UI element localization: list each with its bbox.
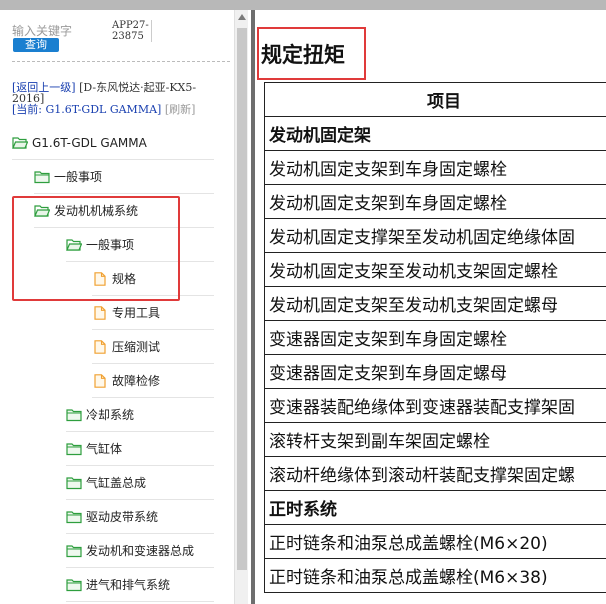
tree-item-label: 专用工具 bbox=[112, 306, 161, 320]
app-id-line-1: APP27- bbox=[112, 20, 149, 31]
folder-open-icon bbox=[66, 238, 86, 252]
search-input[interactable] bbox=[12, 23, 96, 39]
item-cell: 变速器固定支架到车身固定螺母 bbox=[264, 354, 606, 389]
document-icon bbox=[92, 373, 112, 388]
item-cell: 变速器固定支架到车身固定螺栓 bbox=[264, 320, 606, 355]
app-id-line-2: 23875 bbox=[112, 31, 144, 42]
section-cell: 发动机固定架 bbox=[264, 116, 606, 151]
tree-item-label: 发动机机械系统 bbox=[54, 204, 139, 218]
item-cell: 发动机固定支撑架至发动机固定绝缘体固 bbox=[264, 218, 606, 253]
table-row: 发动机固定支撑架至发动机固定绝缘体固 bbox=[264, 218, 606, 253]
app-id-label: APP27- 23875 bbox=[112, 20, 152, 42]
item-cell: 滚转杆支架到副车架固定螺栓 bbox=[264, 422, 606, 457]
table-header-row: 项目 bbox=[264, 82, 606, 117]
document-icon bbox=[92, 305, 112, 320]
table-row: 发动机固定支架至发动机支架固定螺栓 bbox=[264, 252, 606, 287]
item-cell: 正时链条和油泵总成盖螺栓(M6×38) bbox=[264, 558, 606, 593]
folder-icon bbox=[66, 544, 86, 558]
tree-item-label: 进气和排气系统 bbox=[86, 578, 171, 592]
folder-icon bbox=[66, 510, 86, 524]
divider bbox=[12, 61, 230, 62]
item-cell: 发动机固定支架到车身固定螺栓 bbox=[264, 184, 606, 219]
table-body: 发动机固定架 发动机固定支架到车身固定螺栓 发动机固定支架到车身固定螺栓 发动机固定支… bbox=[264, 116, 606, 593]
torque-table: 项目 发动机固定架 发动机固定支架到车身固定螺栓 发动机固定支架到车身固定螺栓 发动机… bbox=[264, 82, 606, 593]
tree-item-label: 气缸体 bbox=[86, 442, 123, 456]
tree-item-label: 一般事项 bbox=[86, 238, 135, 252]
folder-icon bbox=[66, 408, 86, 422]
tree-item-label: 压缩测试 bbox=[112, 340, 161, 354]
refresh-link[interactable]: [刷新] bbox=[165, 103, 196, 116]
table-row: 变速器固定支架到车身固定螺母 bbox=[264, 354, 606, 389]
tree-item-label: 驱动皮带系统 bbox=[86, 510, 159, 524]
tree-item[interactable]: 冷却系统 bbox=[66, 398, 214, 432]
table-row: 正时链条和油泵总成盖螺栓(M6×38) bbox=[264, 558, 606, 593]
document-icon bbox=[92, 271, 112, 286]
tree-item-label: G1.6T-GDL GAMMA bbox=[32, 135, 147, 150]
table-row: 发动机固定支架到车身固定螺栓 bbox=[264, 150, 606, 185]
folder-open-icon bbox=[12, 136, 32, 150]
tree-item[interactable]: 一般事项 bbox=[34, 160, 214, 194]
folder-icon bbox=[66, 578, 86, 592]
table-row: 发动机固定支架到车身固定螺栓 bbox=[264, 184, 606, 219]
tree-item-label: 故障检修 bbox=[112, 374, 161, 388]
folder-icon bbox=[34, 170, 54, 184]
current-prefix: [当前: bbox=[12, 103, 42, 116]
table-row: 变速器固定支架到车身固定螺栓 bbox=[264, 320, 606, 355]
document-icon bbox=[92, 339, 112, 354]
table-row: 滚动杆绝缘体到滚动杆装配支撑架固定螺 bbox=[264, 456, 606, 491]
tree-item[interactable]: G1.6T-GDL GAMMA bbox=[12, 126, 214, 160]
table-row: 滚转杆支架到副车架固定螺栓 bbox=[264, 422, 606, 457]
breadcrumb: [返回上一级] [D-东风悦达·起亚-KX5-2016] [当前: G1.6T-… bbox=[12, 82, 222, 115]
table-section-row: 发动机固定架 bbox=[264, 116, 606, 151]
table-row: 发动机固定支架至发动机支架固定螺母 bbox=[264, 286, 606, 321]
tree-item-label: 发动机和变速器总成 bbox=[86, 544, 195, 558]
tree-item[interactable]: 压缩测试 bbox=[92, 330, 214, 364]
table-row: 正时链条和油泵总成盖螺栓(M6×20) bbox=[264, 524, 606, 559]
item-cell: 发动机固定支架到车身固定螺栓 bbox=[264, 150, 606, 185]
tree-item-label: 气缸盖总成 bbox=[86, 476, 147, 490]
tree-item[interactable]: 一般事项 bbox=[66, 228, 214, 262]
item-cell: 发动机固定支架至发动机支架固定螺母 bbox=[264, 286, 606, 321]
table-row: 变速器装配绝缘体到变速器装配支撑架固 bbox=[264, 388, 606, 423]
item-cell: 变速器装配绝缘体到变速器装配支撑架固 bbox=[264, 388, 606, 423]
top-bar bbox=[0, 0, 606, 10]
current-value[interactable]: G1.6T-GDL GAMMA] bbox=[46, 103, 162, 116]
sidebar-scrollbar[interactable] bbox=[234, 10, 248, 604]
folder-icon bbox=[66, 442, 86, 456]
sidebar: 查询 APP27- 23875 [返回上一级] [D-东风悦达·起亚-KX5-2… bbox=[0, 10, 234, 604]
tree-item[interactable]: 驱动皮带系统 bbox=[66, 500, 214, 534]
item-cell: 滚动杆绝缘体到滚动杆装配支撑架固定螺 bbox=[264, 456, 606, 491]
tree-item-label: 规格 bbox=[112, 272, 137, 286]
table-section-row: 正时系统 bbox=[264, 490, 606, 525]
column-header-item: 项目 bbox=[264, 82, 606, 117]
tree-item[interactable]: 专用工具 bbox=[92, 296, 214, 330]
page-title: 规定扭矩 bbox=[261, 43, 345, 67]
folder-open-icon bbox=[34, 204, 54, 218]
scroll-up-arrow-icon[interactable] bbox=[235, 10, 249, 24]
query-button[interactable]: 查询 bbox=[13, 38, 59, 52]
section-cell: 正时系统 bbox=[264, 490, 606, 525]
tree-item[interactable]: 发动机机械系统 bbox=[34, 194, 214, 228]
folder-icon bbox=[66, 476, 86, 490]
item-cell: 发动机固定支架至发动机支架固定螺栓 bbox=[264, 252, 606, 287]
item-cell: 正时链条和油泵总成盖螺栓(M6×20) bbox=[264, 524, 606, 559]
tree-item[interactable]: 发动机和变速器总成 bbox=[66, 534, 214, 568]
tree-item[interactable]: 气缸盖总成 bbox=[66, 466, 214, 500]
content-pane: 规定扭矩 项目 发动机固定架 发动机固定支架到车身固定螺栓 发动机固定支架到车身固定… bbox=[255, 10, 606, 604]
tree-item[interactable]: 气缸体 bbox=[66, 432, 214, 466]
tree-item[interactable]: 故障检修 bbox=[92, 364, 214, 398]
scroll-thumb[interactable] bbox=[237, 28, 247, 570]
tree-item-label: 一般事项 bbox=[54, 170, 103, 184]
tree-item[interactable]: 进气和排气系统 bbox=[66, 568, 214, 602]
tree-item[interactable]: 规格 bbox=[92, 262, 214, 296]
tree-item-label: 冷却系统 bbox=[86, 408, 135, 422]
